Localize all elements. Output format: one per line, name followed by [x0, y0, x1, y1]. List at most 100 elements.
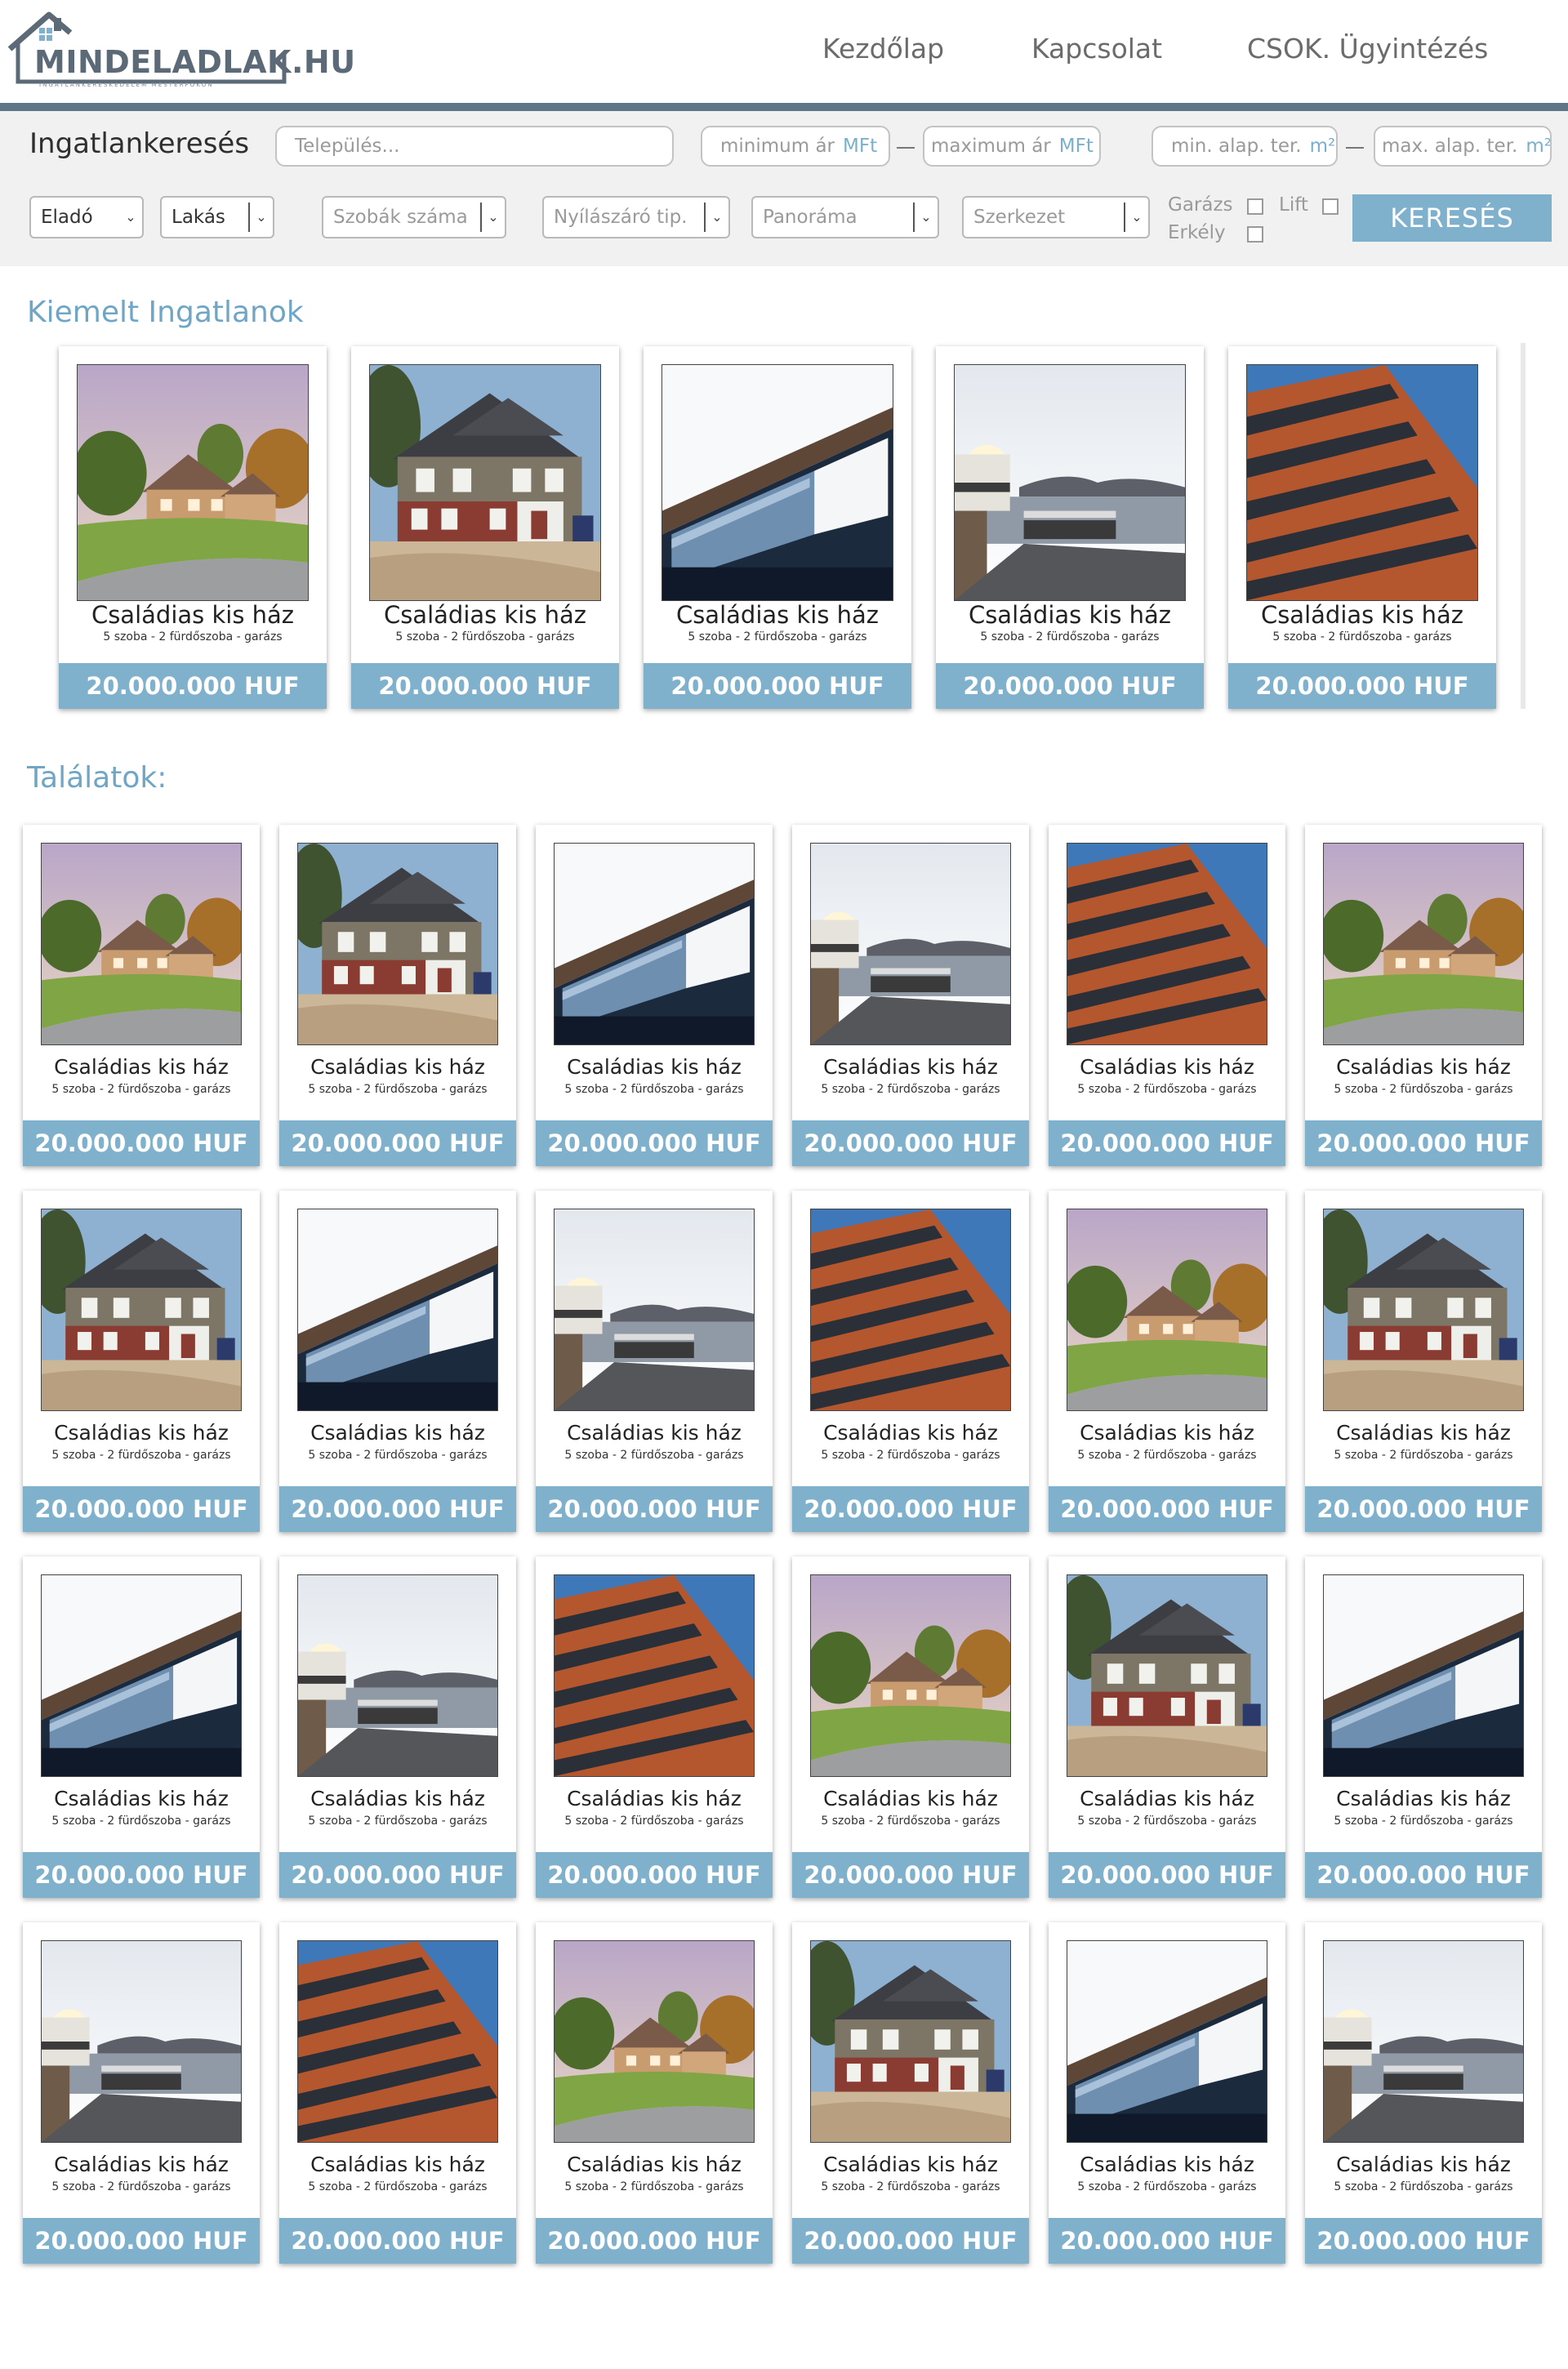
property-card[interactable]: Családias kis ház 5 szoba - 2 fürdőszoba … — [1305, 1191, 1542, 1532]
property-price[interactable]: 20.000.000 HUF — [792, 2218, 1029, 2264]
property-card[interactable]: Családias kis ház 5 szoba - 2 fürdőszoba … — [536, 825, 773, 1166]
property-price[interactable]: 20.000.000 HUF — [59, 663, 327, 709]
property-photo[interactable] — [662, 364, 893, 601]
rooms-select[interactable]: Szobák száma ⌄ — [322, 196, 506, 238]
property-photo[interactable] — [1323, 1940, 1524, 2143]
property-photo[interactable] — [554, 1574, 755, 1777]
property-price[interactable]: 20.000.000 HUF — [23, 1120, 260, 1166]
property-price[interactable]: 20.000.000 HUF — [1305, 2218, 1542, 2264]
property-photo[interactable] — [554, 1209, 755, 1411]
area-max-input[interactable]: max. alap. ter. m² — [1374, 126, 1552, 167]
property-price[interactable]: 20.000.000 HUF — [23, 1486, 260, 1532]
lift-checkbox[interactable] — [1322, 198, 1339, 215]
property-photo[interactable] — [954, 364, 1186, 601]
property-card[interactable]: Családias kis ház 5 szoba - 2 fürdőszoba … — [351, 346, 619, 709]
property-photo[interactable] — [41, 1574, 242, 1777]
property-card[interactable]: Családias kis ház 5 szoba - 2 fürdőszoba … — [644, 346, 911, 709]
view-select[interactable]: Panoráma ⌄ — [751, 196, 939, 238]
property-price[interactable]: 20.000.000 HUF — [279, 1120, 516, 1166]
property-card[interactable]: Családias kis ház 5 szoba - 2 fürdőszoba … — [23, 1922, 260, 2264]
property-card[interactable]: Családias kis ház 5 szoba - 2 fürdőszoba … — [1049, 1191, 1285, 1532]
property-card[interactable]: Családias kis ház 5 szoba - 2 fürdőszoba … — [23, 1556, 260, 1898]
window-type-select[interactable]: Nyílászáró tip. ⌄ — [542, 196, 730, 238]
property-price[interactable]: 20.000.000 HUF — [536, 2218, 773, 2264]
property-price[interactable]: 20.000.000 HUF — [23, 1852, 260, 1898]
property-price[interactable]: 20.000.000 HUF — [23, 2218, 260, 2264]
property-photo[interactable] — [41, 843, 242, 1045]
property-card[interactable]: Családias kis ház 5 szoba - 2 fürdőszoba … — [279, 825, 516, 1166]
property-price[interactable]: 20.000.000 HUF — [279, 1486, 516, 1532]
property-photo[interactable] — [369, 364, 601, 601]
property-card[interactable]: Családias kis ház 5 szoba - 2 fürdőszoba … — [279, 1191, 516, 1532]
property-card[interactable]: Családias kis ház 5 szoba - 2 fürdőszoba … — [279, 1556, 516, 1898]
property-price[interactable]: 20.000.000 HUF — [1305, 1120, 1542, 1166]
property-photo[interactable] — [1067, 1940, 1267, 2143]
property-price[interactable]: 20.000.000 HUF — [792, 1120, 1029, 1166]
search-button[interactable]: KERESÉS — [1352, 194, 1552, 242]
property-card[interactable]: Családias kis ház 5 szoba - 2 fürdőszoba … — [59, 346, 327, 709]
balcony-checkbox[interactable] — [1247, 226, 1263, 243]
nav-contact-link[interactable]: Kapcsolat — [1031, 33, 1162, 65]
property-type-select[interactable]: Lakás ⌄ — [160, 196, 274, 238]
property-price[interactable]: 20.000.000 HUF — [936, 663, 1204, 709]
property-price[interactable]: 20.000.000 HUF — [644, 663, 911, 709]
property-price[interactable]: 20.000.000 HUF — [1049, 1852, 1285, 1898]
property-photo[interactable] — [297, 843, 498, 1045]
property-photo[interactable] — [1323, 843, 1524, 1045]
garage-checkbox[interactable] — [1247, 198, 1263, 215]
property-price[interactable]: 20.000.000 HUF — [1049, 1120, 1285, 1166]
property-card[interactable]: Családias kis ház 5 szoba - 2 fürdőszoba … — [536, 1922, 773, 2264]
property-photo[interactable] — [554, 843, 755, 1045]
settlement-input[interactable]: Település... — [275, 126, 674, 167]
property-photo[interactable] — [810, 1940, 1011, 2143]
property-photo[interactable] — [1067, 1209, 1267, 1411]
price-min-input[interactable]: minimum ár MFt — [701, 126, 890, 167]
property-card[interactable]: Családias kis ház 5 szoba - 2 fürdőszoba … — [1305, 1922, 1542, 2264]
property-price[interactable]: 20.000.000 HUF — [1049, 2218, 1285, 2264]
property-photo[interactable] — [1067, 843, 1267, 1045]
property-photo[interactable] — [554, 1940, 755, 2143]
nav-home-link[interactable]: Kezdőlap — [822, 33, 944, 65]
property-price[interactable]: 20.000.000 HUF — [536, 1120, 773, 1166]
property-card[interactable]: Családias kis ház 5 szoba - 2 fürdőszoba … — [1228, 346, 1496, 709]
property-price[interactable]: 20.000.000 HUF — [1305, 1486, 1542, 1532]
property-card[interactable]: Családias kis ház 5 szoba - 2 fürdőszoba … — [936, 346, 1204, 709]
listing-type-select[interactable]: Eladó ⌄ — [29, 196, 144, 238]
property-photo[interactable] — [297, 1940, 498, 2143]
property-card[interactable]: Családias kis ház 5 szoba - 2 fürdőszoba … — [23, 1191, 260, 1532]
property-price[interactable]: 20.000.000 HUF — [792, 1852, 1029, 1898]
property-card[interactable]: Családias kis ház 5 szoba - 2 fürdőszoba … — [536, 1191, 773, 1532]
property-price[interactable]: 20.000.000 HUF — [1049, 1486, 1285, 1532]
property-price[interactable]: 20.000.000 HUF — [536, 1852, 773, 1898]
area-min-input[interactable]: min. alap. ter. m² — [1152, 126, 1338, 167]
property-price[interactable]: 20.000.000 HUF — [279, 1852, 516, 1898]
property-photo[interactable] — [810, 1574, 1011, 1777]
property-photo[interactable] — [1067, 1574, 1267, 1777]
property-price[interactable]: 20.000.000 HUF — [279, 2218, 516, 2264]
nav-csok-link[interactable]: CSOK. Ügyintézés — [1247, 33, 1488, 65]
site-logo[interactable]: MINDELADLAK.HU INGATLANKERESKEDELEM MEST… — [7, 7, 355, 88]
property-card[interactable]: Családias kis ház 5 szoba - 2 fürdőszoba … — [536, 1556, 773, 1898]
property-card[interactable]: Családias kis ház 5 szoba - 2 fürdőszoba … — [23, 825, 260, 1166]
property-card[interactable]: Családias kis ház 5 szoba - 2 fürdőszoba … — [1049, 1922, 1285, 2264]
property-photo[interactable] — [41, 1209, 242, 1411]
property-photo[interactable] — [1323, 1574, 1524, 1777]
property-photo[interactable] — [297, 1209, 498, 1411]
property-card[interactable]: Családias kis ház 5 szoba - 2 fürdőszoba … — [792, 1922, 1029, 2264]
structure-select[interactable]: Szerkezet ⌄ — [962, 196, 1150, 238]
property-photo[interactable] — [77, 364, 309, 601]
property-card[interactable]: Családias kis ház 5 szoba - 2 fürdőszoba … — [1305, 825, 1542, 1166]
property-card[interactable]: Családias kis ház 5 szoba - 2 fürdőszoba … — [1305, 1556, 1542, 1898]
property-card[interactable]: Családias kis ház 5 szoba - 2 fürdőszoba … — [792, 1191, 1029, 1532]
property-photo[interactable] — [1323, 1209, 1524, 1411]
property-photo[interactable] — [810, 843, 1011, 1045]
property-card[interactable]: Családias kis ház 5 szoba - 2 fürdőszoba … — [792, 825, 1029, 1166]
property-photo[interactable] — [810, 1209, 1011, 1411]
property-card[interactable]: Családias kis ház 5 szoba - 2 fürdőszoba … — [792, 1556, 1029, 1898]
price-max-input[interactable]: maximum ár MFt — [923, 126, 1101, 167]
property-price[interactable]: 20.000.000 HUF — [1305, 1852, 1542, 1898]
property-price[interactable]: 20.000.000 HUF — [792, 1486, 1029, 1532]
property-price[interactable]: 20.000.000 HUF — [1228, 663, 1496, 709]
property-price[interactable]: 20.000.000 HUF — [351, 663, 619, 709]
property-photo[interactable] — [41, 1940, 242, 2143]
